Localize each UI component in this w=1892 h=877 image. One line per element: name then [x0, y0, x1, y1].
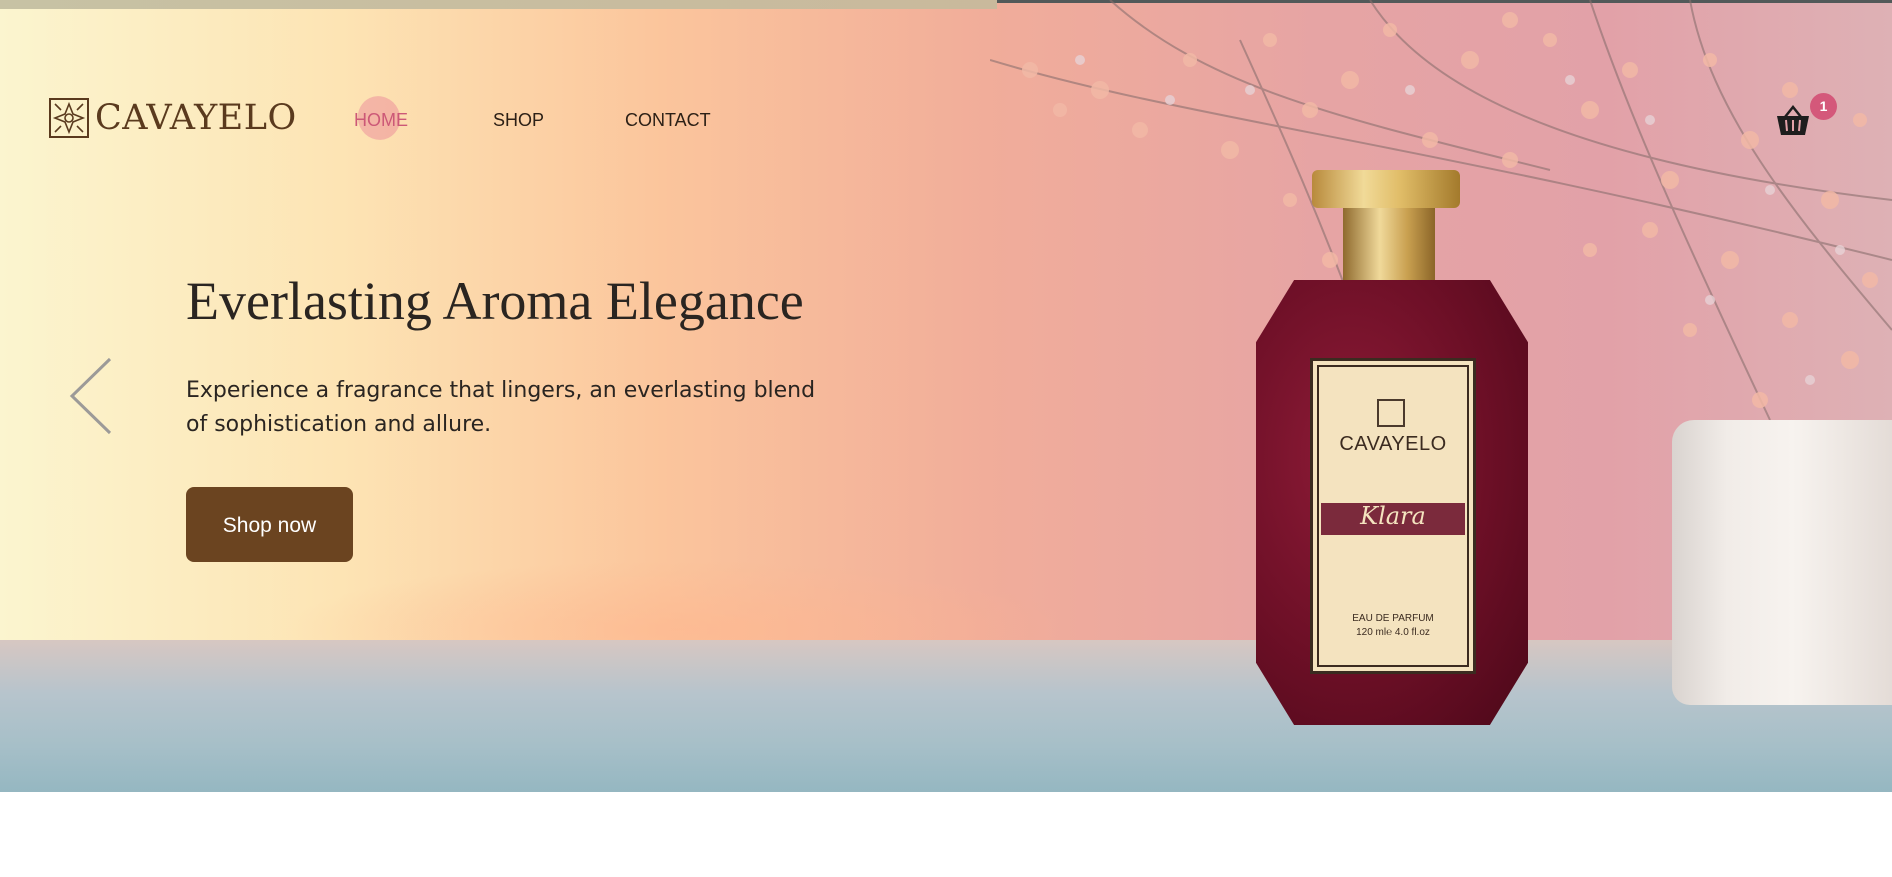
vase-image	[1672, 420, 1892, 705]
label-brand: CAVAYELO	[1339, 433, 1447, 455]
nav-shop[interactable]: SHOP	[493, 110, 544, 131]
brand-name: CAVAYELO	[95, 98, 297, 138]
ornament-logo-icon	[49, 98, 89, 138]
perfume-bottle-image: CAVAYELO Klara EAU DE PARFUM 120 ml℮ 4.0…	[1250, 170, 1530, 735]
label-ornament-icon	[1377, 399, 1405, 427]
basket-icon[interactable]	[1774, 104, 1812, 138]
chevron-left-icon[interactable]	[66, 355, 116, 437]
label-volume: 120 ml℮ 4.0 fl.oz	[1356, 627, 1430, 638]
label-product-name: Klara	[1360, 502, 1426, 530]
bottle-neck	[1343, 208, 1435, 288]
top-progress-bar	[0, 0, 997, 9]
brand-logo[interactable]: CAVAYELO	[49, 98, 297, 138]
hero-title: Everlasting Aroma Elegance	[186, 271, 804, 331]
shop-now-button[interactable]: Shop now	[186, 487, 353, 562]
label-type: EAU DE PARFUM	[1352, 613, 1434, 624]
bottle-label: CAVAYELO Klara EAU DE PARFUM 120 ml℮ 4.0…	[1310, 358, 1476, 674]
hero-description: Experience a fragrance that lingers, an …	[186, 378, 816, 437]
nav-home[interactable]: HOME	[354, 110, 408, 131]
table-surface	[0, 640, 1892, 792]
cart-count-badge: 1	[1810, 93, 1837, 120]
nav-contact[interactable]: CONTACT	[625, 110, 711, 131]
bottle-cap	[1312, 170, 1460, 208]
